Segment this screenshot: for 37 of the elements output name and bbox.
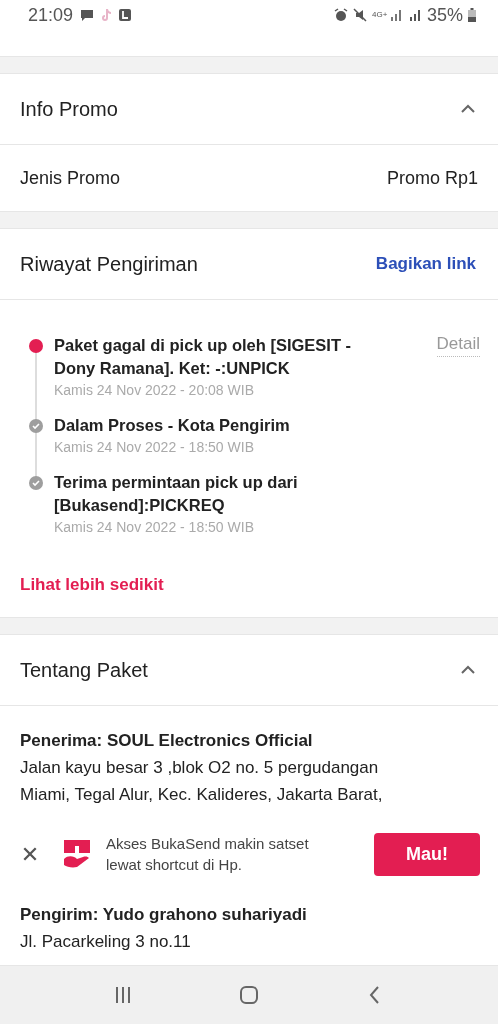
event-title: Paket gagal di pick up oleh [SIGESIT - Dony Ramana]. Ket: -:UNPICK <box>54 335 353 379</box>
party-name: Penerima: SOUL Electronics Official <box>20 730 314 752</box>
detail-link[interactable]: Detail <box>436 334 480 357</box>
section-title: Riwayat Pengiriman <box>20 252 198 276</box>
accept-button[interactable]: Mau! <box>374 832 480 876</box>
close-icon[interactable] <box>22 846 38 862</box>
show-less-link[interactable]: Lihat lebih sedikit <box>20 575 164 594</box>
event-time: Kamis 24 Nov 2022 - 20:08 WIB <box>54 381 255 400</box>
message-icon <box>80 8 95 22</box>
row-label: Jenis Promo <box>20 167 121 189</box>
battery-level: 35% <box>426 4 463 26</box>
battery-icon <box>468 8 476 22</box>
banner-text: Akses BukaSend makin satset lewat shortcut di Hp. <box>106 834 310 875</box>
app-icon <box>118 8 133 22</box>
address-line: Miami, Tegal Alur, Kec. Kalideres, Jakarta Barat, <box>20 784 384 806</box>
chevron-icon[interactable] <box>460 104 476 114</box>
address-line: Jalan kayu besar 3 ,blok O2 no. 5 pergudangan <box>20 757 380 779</box>
music-note-icon <box>99 8 114 22</box>
address-line: Jl. Pacarkeling 3 no.11 <box>20 931 192 953</box>
section-title: Tentang Paket <box>20 658 148 682</box>
chevron-icon[interactable] <box>460 665 476 675</box>
row-value: Promo Rp1 <box>386 167 478 189</box>
event-time: Kamis 24 Nov 2022 - 18:50 WIB <box>54 518 255 537</box>
share-link[interactable]: Bagikan link <box>375 254 476 274</box>
section-title: Info Promo <box>20 97 118 121</box>
event-time: Kamis 24 Nov 2022 - 18:50 WIB <box>54 438 255 457</box>
clock-time: 21:09 <box>28 4 74 26</box>
recent-apps-icon[interactable] <box>113 985 133 1005</box>
box-hand-icon <box>62 839 92 869</box>
mute-icon <box>352 8 367 22</box>
alarm-icon <box>333 8 348 22</box>
signal-icon <box>388 8 403 22</box>
event-title: Terima permintaan pick up dari [Bukasend]:PICKREQ <box>54 472 299 516</box>
home-icon[interactable] <box>239 985 259 1005</box>
party-name: Pengirim: Yudo grahono suhariyadi <box>20 904 308 926</box>
event-title: Dalam Proses - Kota Pengirim <box>54 415 291 436</box>
signal-icon <box>407 8 422 22</box>
